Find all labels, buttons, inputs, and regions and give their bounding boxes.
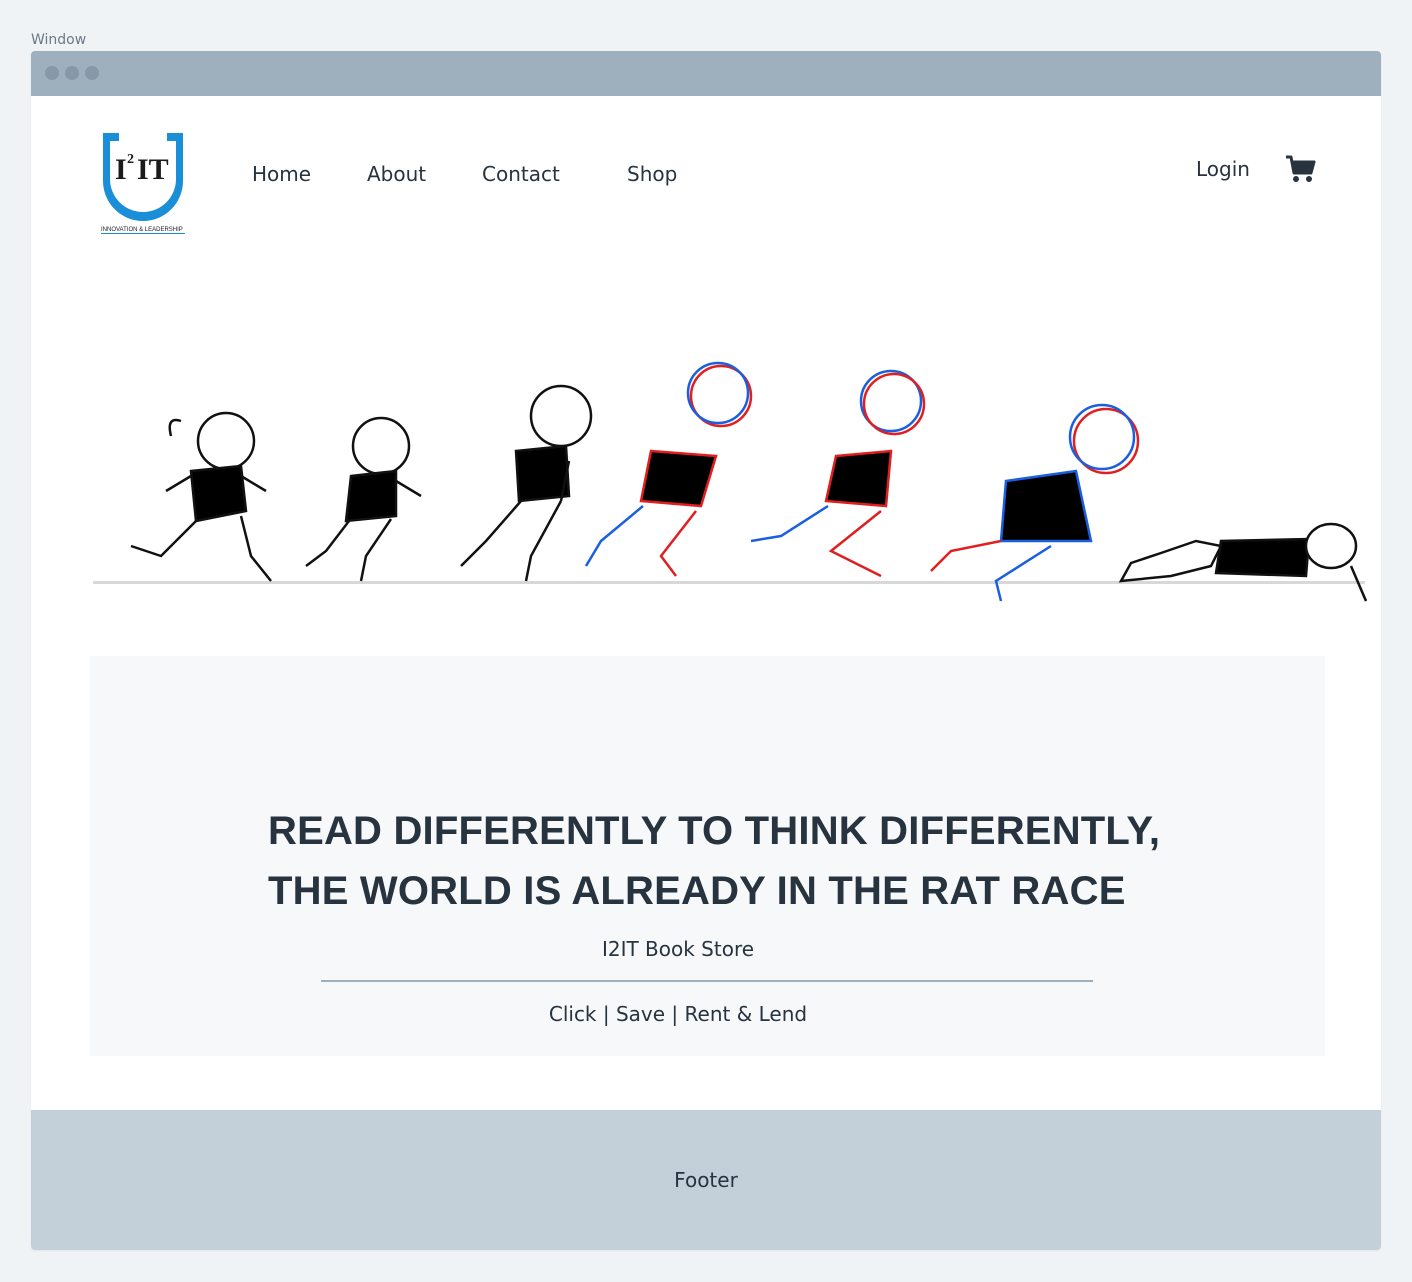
hero-headline: READ DIFFERENTLY TO THINK DIFFERENTLY, T… bbox=[268, 801, 1168, 921]
brand-logo[interactable]: I 2 IT INNOVATION & LEADERSHIP bbox=[97, 127, 189, 239]
nav-contact[interactable]: Contact bbox=[482, 162, 560, 186]
window-dot-minimize[interactable] bbox=[65, 66, 79, 80]
runner-figure-fallen bbox=[1118, 522, 1367, 602]
nav-shop[interactable]: Shop bbox=[627, 162, 677, 186]
svg-text:I: I bbox=[115, 153, 127, 186]
svg-text:2: 2 bbox=[127, 152, 134, 167]
divider bbox=[321, 980, 1093, 982]
footer-text: Footer bbox=[674, 1168, 738, 1192]
runner-figure bbox=[305, 416, 422, 582]
window-dot-maximize[interactable] bbox=[85, 66, 99, 80]
window-dot-close[interactable] bbox=[45, 66, 59, 80]
window-titlebar bbox=[31, 51, 1381, 96]
runner-figure bbox=[584, 361, 753, 577]
svg-text:IT: IT bbox=[137, 153, 169, 186]
window-controls bbox=[45, 66, 99, 80]
runner-figure bbox=[460, 384, 593, 582]
browser-window: I 2 IT INNOVATION & LEADERSHIP Home Abou… bbox=[31, 51, 1381, 1250]
store-name: I2IT Book Store bbox=[601, 937, 755, 961]
runner-figure bbox=[130, 411, 272, 582]
svg-text:INNOVATION & LEADERSHIP: INNOVATION & LEADERSHIP bbox=[101, 227, 183, 233]
login-link[interactable]: Login bbox=[1196, 157, 1250, 181]
cart-icon[interactable] bbox=[1285, 154, 1317, 184]
nav-about[interactable]: About bbox=[367, 162, 426, 186]
headline-line-2: THE WORLD IS ALREADY IN THE RAT RACE bbox=[268, 869, 1126, 913]
nav-home[interactable]: Home bbox=[252, 162, 311, 186]
hero-illustration bbox=[93, 361, 1367, 602]
runner-figure bbox=[930, 403, 1140, 602]
footer: Footer bbox=[31, 1110, 1381, 1250]
headline-line-1: READ DIFFERENTLY TO THINK DIFFERENTLY, bbox=[268, 809, 1161, 853]
hero-banner: READ DIFFERENTLY TO THINK DIFFERENTLY, T… bbox=[90, 656, 1325, 1056]
runner-figure bbox=[750, 369, 926, 578]
tagline: Click | Save | Rent & Lend bbox=[548, 1002, 808, 1026]
window-label: Window bbox=[31, 32, 87, 48]
